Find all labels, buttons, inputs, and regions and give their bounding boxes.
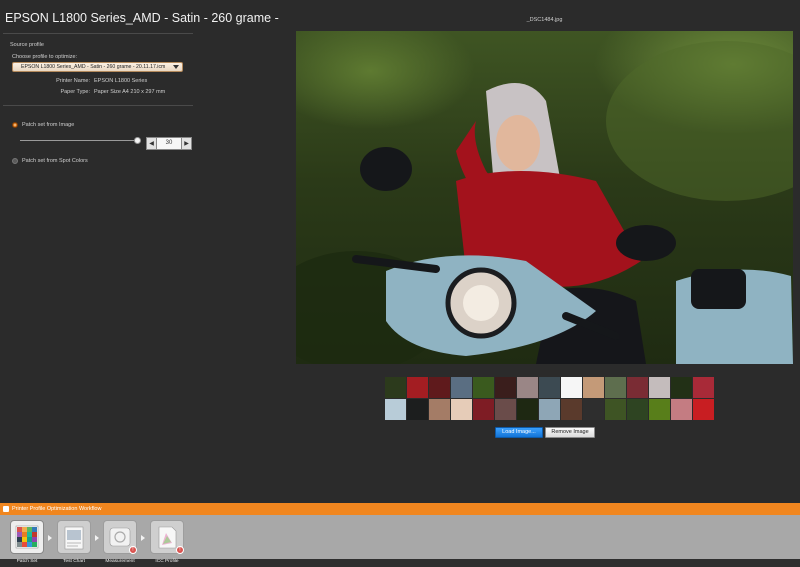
caret-right-icon: ▶: [184, 141, 189, 147]
app-title: EPSON L1800 Series_AMD - Satin - 260 gra…: [5, 11, 279, 25]
color-patch: [407, 399, 428, 420]
patch-count-input[interactable]: 30: [157, 137, 181, 150]
color-patch: [473, 399, 494, 420]
step-label: Patch Set: [16, 559, 38, 564]
source-profile-heading: Source profile: [10, 42, 44, 48]
color-patch: [539, 399, 560, 420]
patch-count-slider[interactable]: [20, 140, 138, 141]
warning-badge-icon: !: [176, 546, 184, 554]
color-patch: [605, 399, 626, 420]
color-patch: [671, 399, 692, 420]
section-divider: [3, 105, 193, 106]
color-patch: [561, 377, 582, 398]
test-chart-icon: [64, 526, 84, 550]
workflow-bar: Printer Profile Optimization Workflow: [0, 503, 800, 515]
patch-swatch-grid: [385, 377, 714, 420]
choose-profile-label: Choose profile to optimize:: [12, 54, 78, 60]
profile-select-value: EPSON L1800 Series_AMD - Satin - 260 gra…: [21, 64, 166, 70]
color-patch: [495, 399, 516, 420]
step-arrow-icon: [48, 535, 52, 541]
patch-count-slider-handle[interactable]: [134, 137, 141, 144]
color-patch: [583, 399, 604, 420]
color-patch: [385, 399, 406, 420]
step-arrow-icon: [95, 535, 99, 541]
printer-icon: [3, 506, 9, 512]
chevron-down-icon: [173, 65, 179, 69]
paper-type-label: Paper Type:: [60, 89, 90, 95]
color-patch: [429, 399, 450, 420]
step-test-chart[interactable]: [57, 520, 91, 554]
caret-left-icon: ◀: [149, 141, 154, 147]
patch-from-spot-label: Patch set from Spot Colors: [22, 158, 88, 164]
patch-grid-icon: [15, 525, 39, 549]
patch-from-image-label: Patch set from Image: [22, 122, 75, 128]
workflow-title: Printer Profile Optimization Workflow: [12, 506, 102, 512]
color-patch: [407, 377, 428, 398]
patch-from-image-radio[interactable]: [12, 122, 18, 128]
color-patch: [495, 377, 516, 398]
step-label: Test Chart: [63, 559, 85, 564]
patch-count-stepper: ◀ 30 ▶: [146, 137, 192, 150]
color-patch: [561, 399, 582, 420]
color-patch: [583, 377, 604, 398]
color-patch: [451, 399, 472, 420]
color-patch: [517, 377, 538, 398]
printer-name-label: Printer Name:: [56, 78, 90, 84]
step-label: ICC Profile: [155, 559, 179, 564]
color-patch: [649, 399, 670, 420]
photo-illustration: [296, 41, 793, 364]
step-patch-set[interactable]: [10, 520, 44, 554]
color-patch: [605, 377, 626, 398]
step-label: Measurement: [105, 559, 135, 564]
remove-image-button[interactable]: Remove Image: [545, 427, 595, 438]
patch-from-spot-radio[interactable]: [12, 158, 18, 164]
decrement-button[interactable]: ◀: [146, 137, 157, 150]
color-patch: [473, 377, 494, 398]
color-patch: [517, 399, 538, 420]
load-image-button[interactable]: Load Image...: [495, 427, 543, 438]
color-patch: [693, 377, 714, 398]
color-patch: [649, 377, 670, 398]
printer-name-value: EPSON L1800 Series: [94, 78, 148, 84]
step-arrow-icon: [141, 535, 145, 541]
profile-select[interactable]: EPSON L1800 Series_AMD - Satin - 260 gra…: [12, 62, 183, 72]
color-patch: [429, 377, 450, 398]
warning-badge-icon: !: [129, 546, 137, 554]
increment-button[interactable]: ▶: [181, 137, 192, 150]
color-patch: [539, 377, 560, 398]
color-patch: [451, 377, 472, 398]
color-patch: [693, 399, 714, 420]
color-patch: [627, 399, 648, 420]
color-patch: [671, 377, 692, 398]
source-photo: [296, 31, 793, 364]
paper-type-value: Paper Size A4 210 x 297 mm: [94, 89, 166, 95]
image-filename: _DSC1484.jpg: [526, 17, 563, 23]
header-divider: [3, 33, 193, 34]
color-patch: [627, 377, 648, 398]
color-patch: [385, 377, 406, 398]
